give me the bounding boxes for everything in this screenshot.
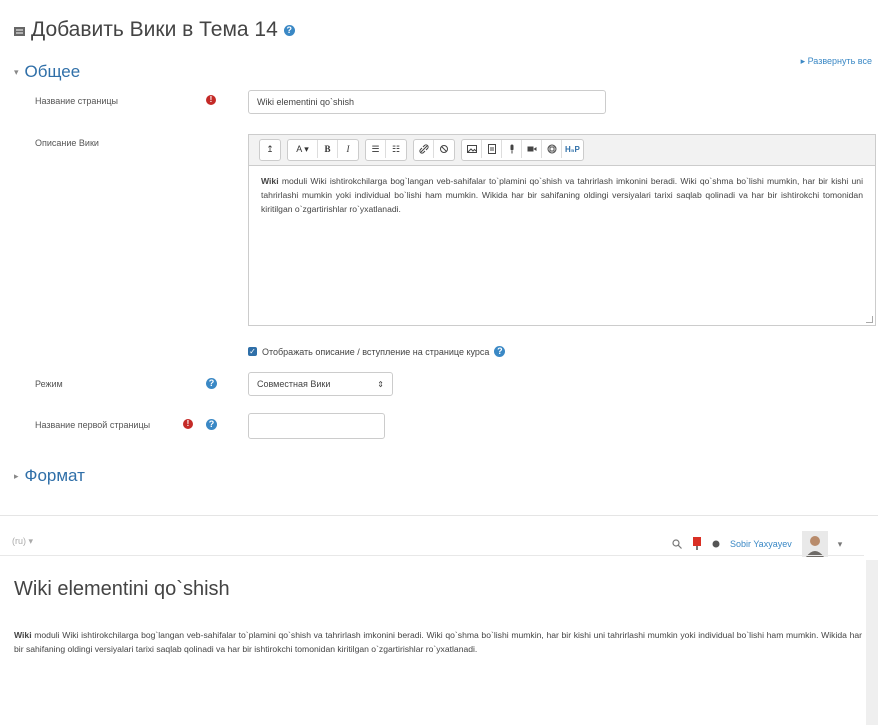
help-icon[interactable]: ?: [283, 24, 295, 36]
manage-files-button[interactable]: [542, 140, 562, 158]
toolbar-group-media: H₅P: [461, 139, 584, 161]
mode-select[interactable]: Совместная Вики ⇕: [248, 372, 393, 396]
record-video-button[interactable]: [522, 140, 542, 158]
link-icon: [418, 144, 429, 154]
section-general-label: Общее: [24, 62, 81, 81]
page-name-label: Название страницы: [35, 96, 118, 106]
toolbar-group-collapse: ↥: [259, 139, 281, 161]
first-page-label: Название первой страницы: [35, 420, 151, 430]
description-label: Описание Вики: [35, 138, 99, 148]
user-name[interactable]: Sobir Yaxyayev: [730, 539, 792, 549]
select-arrows-icon: ⇕: [377, 379, 384, 389]
user-menu-caret-icon[interactable]: ▾: [838, 539, 843, 550]
image-icon: [466, 145, 477, 153]
italic-button[interactable]: I: [338, 140, 358, 158]
unlink-icon: [440, 145, 448, 153]
paragraph-style-button[interactable]: A ▾: [288, 140, 318, 158]
resize-handle[interactable]: [866, 316, 873, 323]
record-audio-button[interactable]: [502, 140, 522, 158]
description-editor[interactable]: ↥ A ▾ B I ☰ ☷ H₅P Wiki moduli Wiki ishti…: [248, 134, 876, 326]
content-bold-word: Wiki: [14, 630, 32, 640]
unordered-list-button[interactable]: ☰: [366, 140, 386, 158]
notification-icon[interactable]: [692, 537, 702, 551]
help-icon[interactable]: ?: [206, 419, 217, 430]
content-text: moduli Wiki ishtirokchilarga bog`langan …: [14, 630, 862, 654]
toolbar-group-lists: ☰ ☷: [365, 139, 407, 161]
section-general-header[interactable]: ▾ Общее: [14, 62, 80, 82]
expand-triangle-icon: ▸: [14, 470, 19, 481]
h5p-button[interactable]: H₅P: [562, 140, 583, 158]
video-camera-icon: [527, 146, 536, 152]
editor-bold-word: Wiki: [261, 176, 279, 186]
wiki-page-title: Wiki elementini qo`shish: [14, 578, 230, 600]
wiki-page-content: Wiki moduli Wiki ishtirokchilarga bog`la…: [14, 628, 862, 656]
scrollbar[interactable]: [866, 560, 878, 725]
messages-icon[interactable]: [712, 540, 720, 548]
required-icon: !: [206, 95, 216, 105]
files-icon: [547, 144, 556, 154]
wiki-module-icon: [14, 26, 25, 36]
ordered-list-button[interactable]: ☷: [386, 140, 406, 158]
search-icon[interactable]: [672, 539, 682, 549]
link-button[interactable]: [414, 140, 434, 158]
microphone-icon: [510, 144, 513, 154]
editor-text: moduli Wiki ishtirokchilarga bog`langan …: [261, 176, 863, 214]
user-navbar: Sobir Yaxyayev ▾: [672, 531, 842, 557]
collapse-triangle-icon: ▾: [14, 66, 19, 77]
language-menu[interactable]: (ru) ▾: [12, 536, 33, 547]
toolbar-group-links: [413, 139, 455, 161]
mode-select-value: Совместная Вики: [257, 379, 331, 389]
insert-image-button[interactable]: [462, 140, 482, 158]
show-description-row[interactable]: ✓ Отображать описание / вступление на ст…: [248, 346, 506, 357]
divider: [0, 515, 878, 516]
help-icon[interactable]: ?: [494, 346, 506, 357]
required-icon: !: [183, 419, 193, 429]
page-title: Добавить Вики в Тема 14: [31, 18, 278, 41]
bold-button[interactable]: B: [318, 140, 338, 158]
page-title-row: Добавить Вики в Тема 14 ?: [14, 18, 295, 42]
editor-content[interactable]: Wiki moduli Wiki ishtirokchilarga bog`la…: [249, 166, 875, 224]
help-icon[interactable]: ?: [206, 378, 217, 389]
insert-media-button[interactable]: [482, 140, 502, 158]
show-more-buttons-button[interactable]: ↥: [260, 140, 280, 158]
mode-label: Режим: [35, 379, 63, 389]
page-name-input[interactable]: Wiki elementini qo`shish: [248, 90, 606, 114]
avatar[interactable]: [801, 531, 828, 557]
unlink-button[interactable]: [434, 140, 454, 158]
section-format-header[interactable]: ▸ Формат: [14, 466, 85, 486]
first-page-input[interactable]: [248, 413, 385, 439]
section-format-label: Формат: [24, 466, 85, 485]
navbar-divider: [0, 555, 864, 556]
show-description-label: Отображать описание / вступление на стра…: [262, 346, 490, 357]
media-icon: [487, 144, 496, 154]
toolbar-group-format: A ▾ B I: [287, 139, 359, 161]
show-description-checkbox[interactable]: ✓: [248, 347, 257, 356]
expand-all-link[interactable]: ▸ Развернуть все: [801, 56, 872, 67]
editor-toolbar: ↥ A ▾ B I ☰ ☷ H₅P: [249, 135, 875, 166]
